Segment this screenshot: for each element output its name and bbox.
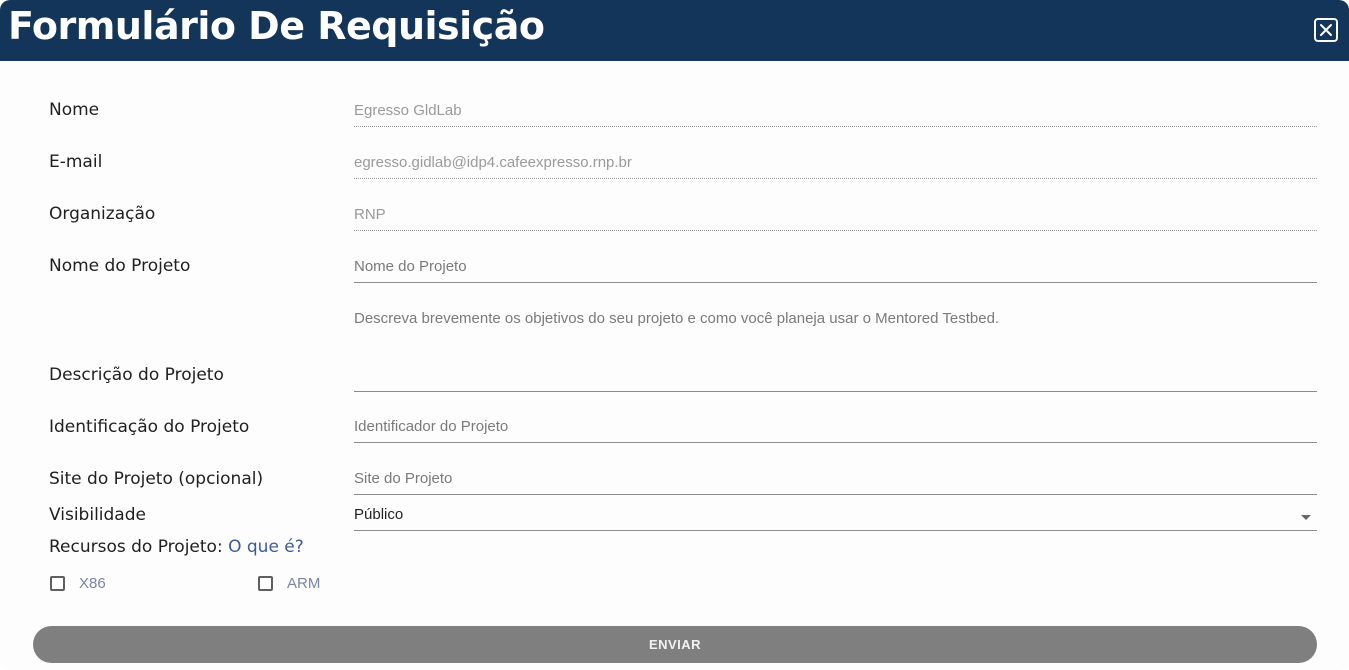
checkbox-arm-label: ARM (287, 575, 321, 592)
visibility-label: Visibilidade (49, 505, 146, 525)
project-description-label: Descrição do Projeto (49, 365, 224, 385)
organization-input (354, 200, 1317, 228)
close-button[interactable] (1314, 18, 1338, 42)
name-field (354, 96, 1317, 127)
visibility-value: Público (354, 506, 404, 523)
name-input (354, 96, 1317, 124)
project-id-field[interactable] (354, 412, 1317, 443)
visibility-select[interactable]: Público (354, 504, 1317, 531)
resources-help-link[interactable]: O que é? (228, 537, 304, 557)
name-label: Nome (49, 100, 100, 120)
dropdown-arrow-icon (1301, 515, 1311, 520)
project-description-textarea[interactable] (354, 302, 1317, 389)
project-name-label: Nome do Projeto (49, 256, 191, 276)
email-label: E-mail (49, 152, 103, 172)
organization-field (354, 200, 1317, 231)
email-field (354, 148, 1317, 179)
project-site-field[interactable] (354, 464, 1317, 495)
resources-row: Recursos do Projeto: O que é? (49, 537, 304, 557)
project-site-input[interactable] (354, 464, 1317, 492)
close-x-icon (1320, 24, 1332, 36)
project-name-input[interactable] (354, 252, 1317, 280)
project-site-label: Site do Projeto (opcional) (49, 469, 264, 489)
checkbox-arm[interactable] (258, 576, 273, 591)
organization-label: Organização (49, 204, 156, 224)
checkbox-x86-label: X86 (79, 575, 106, 592)
request-form-dialog: Formulário De Requisição Nome E-mail Org… (0, 0, 1349, 670)
project-id-input[interactable] (354, 412, 1317, 440)
dialog-header: Formulário De Requisição (0, 0, 1349, 61)
project-name-field[interactable] (354, 252, 1317, 283)
project-id-label: Identificação do Projeto (49, 417, 250, 437)
submit-button[interactable]: ENVIAR (33, 626, 1317, 663)
resources-label: Recursos do Projeto: (49, 537, 223, 557)
email-input (354, 148, 1317, 176)
project-description-field[interactable] (354, 302, 1317, 392)
checkbox-x86[interactable] (50, 576, 65, 591)
dialog-title: Formulário De Requisição (8, 4, 545, 48)
